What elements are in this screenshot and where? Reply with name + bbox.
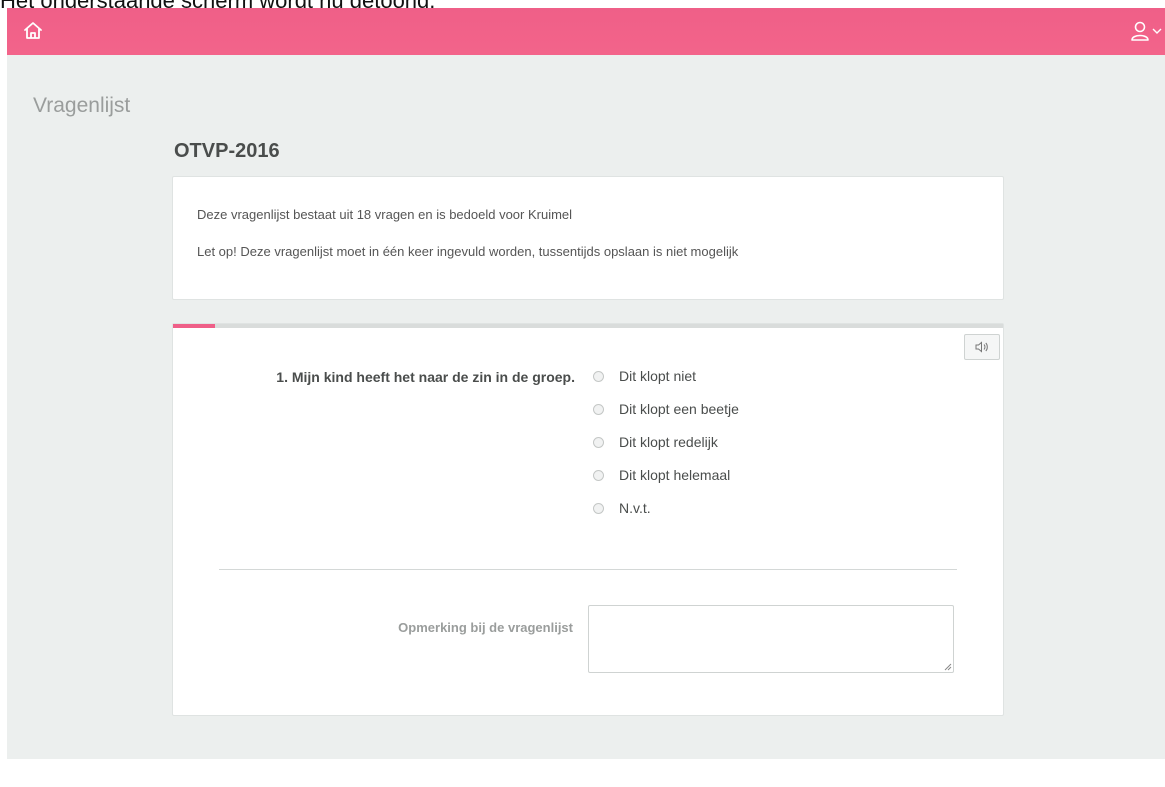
intro-description: Deze vragenlijst bestaat uit 18 vragen e… <box>197 207 573 222</box>
page-heading: Vragenlijst <box>33 94 131 117</box>
answer-option[interactable]: N.v.t. <box>593 500 739 533</box>
progress-bar-fill <box>173 324 215 328</box>
answer-options: Dit klopt niet Dit klopt een beetje Dit … <box>593 368 739 533</box>
radio-button[interactable] <box>593 503 604 514</box>
answer-option-label: Dit klopt niet <box>619 368 697 384</box>
radio-button[interactable] <box>593 437 604 448</box>
section-divider <box>219 569 957 570</box>
speaker-icon <box>975 341 988 353</box>
question-card: 1. Mijn kind heeft het naar de zin in de… <box>172 323 1004 716</box>
home-icon <box>24 22 42 39</box>
answer-option-label: N.v.t. <box>619 500 651 516</box>
answer-option[interactable]: Dit klopt redelijk <box>593 434 739 467</box>
home-button[interactable] <box>21 19 45 43</box>
answer-option-label: Dit klopt helemaal <box>619 467 731 483</box>
progress-bar <box>173 324 1003 328</box>
questionnaire-title: OTVP-2016 <box>174 140 280 162</box>
answer-option-label: Dit klopt redelijk <box>619 434 718 450</box>
user-menu-button[interactable] <box>1129 19 1165 43</box>
answer-option-label: Dit klopt een beetje <box>619 401 739 417</box>
app-frame: Vragenlijst OTVP-2016 Deze vragenlijst b… <box>7 8 1165 759</box>
radio-button[interactable] <box>593 404 604 415</box>
intro-card: Deze vragenlijst bestaat uit 18 vragen e… <box>172 176 1004 300</box>
radio-button[interactable] <box>593 470 604 481</box>
remark-label: Opmerking bij de vragenlijst <box>398 620 573 635</box>
resize-grip-icon[interactable] <box>943 662 952 671</box>
read-aloud-button[interactable] <box>964 334 1000 360</box>
chevron-down-icon <box>1152 28 1162 34</box>
intro-warning: Let op! Deze vragenlijst moet in één kee… <box>197 244 739 259</box>
answer-option[interactable]: Dit klopt een beetje <box>593 401 739 434</box>
remark-textarea[interactable] <box>588 605 954 673</box>
question-label: 1. Mijn kind heeft het naar de zin in de… <box>276 369 575 385</box>
top-navigation-bar <box>7 8 1165 55</box>
radio-button[interactable] <box>593 371 604 382</box>
answer-option[interactable]: Dit klopt helemaal <box>593 467 739 500</box>
user-icon <box>1131 21 1149 41</box>
answer-option[interactable]: Dit klopt niet <box>593 368 739 401</box>
